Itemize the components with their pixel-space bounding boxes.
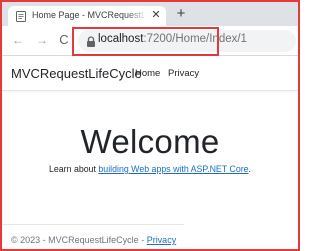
nav-link-home[interactable]: Home [135, 68, 160, 79]
footer-privacy-link[interactable]: Privacy [147, 235, 177, 245]
lead-suffix: . [248, 164, 251, 174]
browser-window: Home Page - MVCRequestLifeCycle ✕ + ← → … [0, 0, 300, 251]
back-arrow-icon[interactable]: ← [11, 33, 25, 47]
lead-text: Learn about building Web apps with ASP.N… [2, 164, 298, 174]
footer: © 2023 - MVCRequestLifeCycle - Privacy [11, 235, 176, 245]
footer-divider [2, 224, 184, 225]
footer-copyright: © 2023 - MVCRequestLifeCycle - [11, 235, 147, 245]
tab-strip: Home Page - MVCRequestLifeCycle ✕ + [2, 2, 298, 26]
page-favicon-icon [16, 11, 26, 22]
reload-icon[interactable]: C [57, 33, 71, 47]
brand-link[interactable]: MVCRequestLifeCycle [11, 66, 142, 81]
nav-link-privacy[interactable]: Privacy [168, 68, 199, 79]
page-title: Welcome [80, 123, 220, 160]
close-icon[interactable]: ✕ [150, 9, 162, 21]
address-highlight-box [72, 27, 219, 56]
lead-prefix: Learn about [49, 164, 99, 174]
aspnet-docs-link[interactable]: building Web apps with ASP.NET Core [98, 164, 248, 174]
plus-icon[interactable]: + [173, 6, 189, 22]
forward-arrow-icon[interactable]: → [35, 33, 49, 47]
browser-toolbar: ← → C localhost:7200/Home/Index/1 [2, 26, 298, 56]
site-navbar: MVCRequestLifeCycle Home Privacy [2, 56, 298, 91]
tab-title-fade [126, 8, 148, 23]
tab-home-page[interactable]: Home Page - MVCRequestLifeCycle ✕ [8, 6, 166, 26]
